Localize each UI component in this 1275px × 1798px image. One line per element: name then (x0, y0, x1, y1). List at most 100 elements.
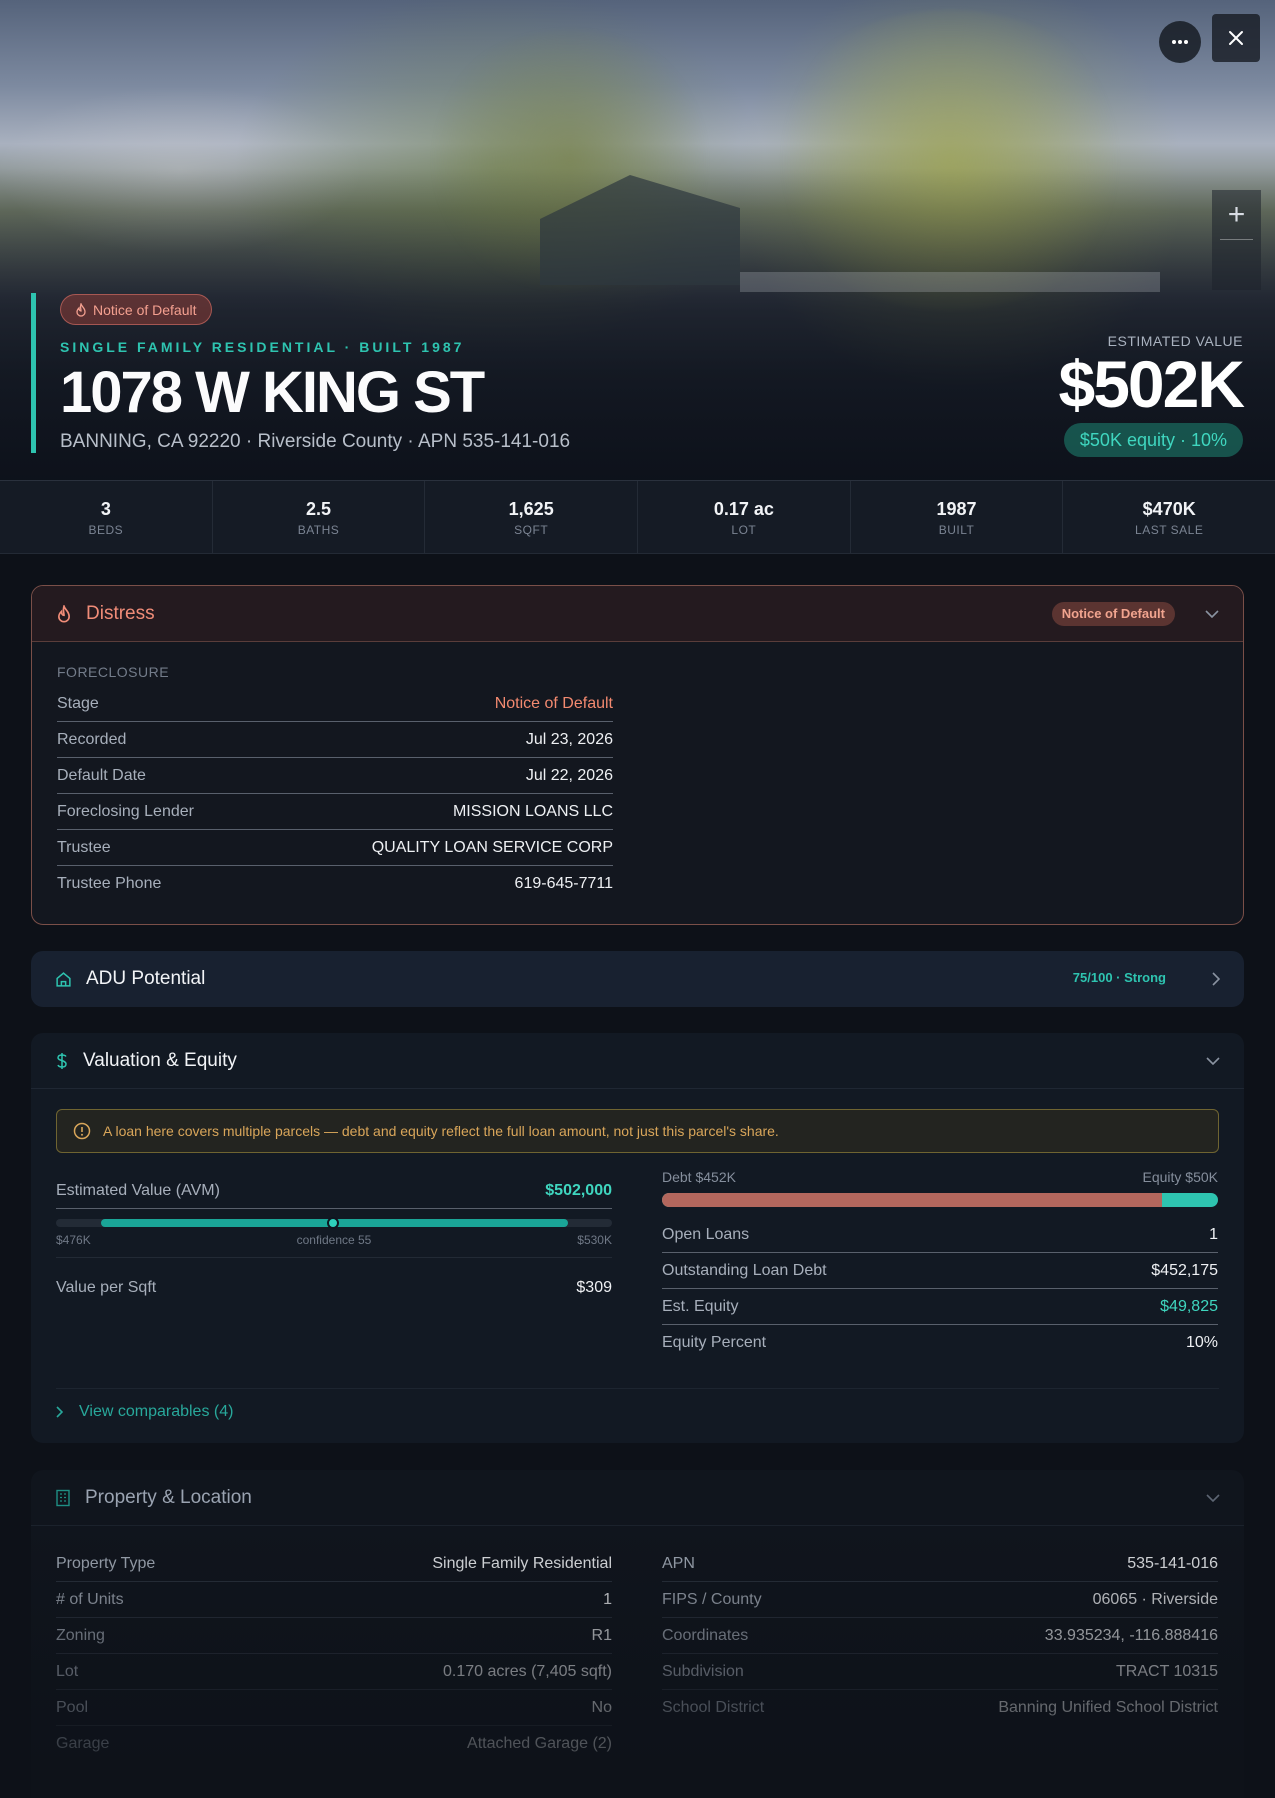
stat-value: $470K (1142, 499, 1196, 519)
row-key: Coordinates (662, 1626, 749, 1644)
row-key: Recorded (57, 730, 127, 748)
avm-marker (327, 1217, 339, 1229)
stat-label: BUILT (938, 523, 975, 537)
dollar-icon (57, 1052, 67, 1069)
row-key: Equity Percent (662, 1334, 767, 1351)
table-row: Garage Attached Garage (2) (56, 1726, 612, 1762)
table-row: Property Type Single Family Residential (56, 1546, 612, 1582)
stat-label: SQFT (514, 523, 549, 537)
debt-label: Debt $452K (662, 1169, 736, 1185)
row-key: Subdivision (662, 1662, 744, 1680)
street-view-zoom-control[interactable]: + (1212, 190, 1261, 290)
adu-card-header[interactable]: ADU Potential 75/100 · Strong (31, 951, 1244, 1007)
property-header: Notice of Default SINGLE FAMILY RESIDENT… (31, 293, 570, 453)
stat-value: 2.5 (305, 499, 332, 519)
row-key: Est. Equity (662, 1297, 739, 1315)
more-options-button[interactable] (1159, 21, 1201, 63)
table-row: Zoning R1 (56, 1618, 612, 1654)
chevron-down-icon[interactable] (1206, 1493, 1220, 1502)
row-key: Default Date (57, 766, 146, 784)
table-row: FIPS / County 06065 · Riverside (662, 1582, 1218, 1618)
row-value: QUALITY LOAN SERVICE CORP (371, 838, 613, 856)
estimated-value: $502K (1058, 347, 1245, 421)
page-title: 1078 W KING ST (60, 360, 485, 425)
row-value: Single Family Residential (432, 1554, 612, 1572)
valuation-card-header[interactable]: Valuation & Equity (31, 1033, 1244, 1089)
row-key: # of Units (56, 1590, 124, 1608)
value-per-sqft: $309 (576, 1279, 612, 1296)
row-value: 1 (1209, 1225, 1218, 1243)
property-title: Property & Location (85, 1486, 252, 1508)
close-button[interactable] (1212, 14, 1260, 62)
home-icon (56, 971, 71, 987)
row-key: School District (662, 1699, 765, 1716)
loan-table: Open Loans 1 Outstanding Loan Debt $452,17… (662, 1217, 1218, 1361)
loan-column: Debt $452K Equity $50K Open Loans 1 Outst… (662, 1169, 1218, 1361)
table-row: Open Loans 1 (662, 1217, 1218, 1253)
stat-value: 0.17 ac (713, 499, 774, 519)
row-key: Trustee (57, 838, 111, 856)
row-value: TRACT 10315 (1116, 1662, 1218, 1680)
valuation-title: Valuation & Equity (83, 1049, 237, 1071)
row-key: Stage (57, 694, 99, 712)
row-key: Trustee Phone (57, 875, 162, 892)
stat-value: 3 (100, 499, 111, 519)
property-right-table: APN 535-141-016 FIPS / County 06065 · Rive… (637, 1546, 1218, 1726)
multi-parcel-warning: A loan here covers multiple parcels — de… (56, 1109, 1219, 1153)
close-icon (1229, 31, 1243, 45)
stat-value: 1987 (936, 499, 977, 519)
avm-column: Estimated Value (AVM) $502,000 $476K conf… (56, 1173, 612, 1306)
avm-low: $476K (56, 1233, 91, 1247)
table-row: APN 535-141-016 (662, 1546, 1218, 1582)
table-row: Coordinates 33.935234, -116.888416 (662, 1618, 1218, 1654)
chevron-right-icon (56, 1406, 63, 1418)
zoom-in-button[interactable]: + (1220, 190, 1253, 240)
view-comparables-link[interactable]: View comparables (4) (56, 1403, 233, 1421)
property-subtitle: SINGLE FAMILY RESIDENTIAL · BUILT 1987 (60, 339, 465, 355)
chevron-right-icon[interactable] (1212, 972, 1220, 986)
row-key: Open Loans (662, 1225, 750, 1243)
valuation-equity-card: Valuation & Equity A loan here covers mu… (31, 1033, 1244, 1443)
row-key: Garage (56, 1735, 110, 1752)
distress-card-header[interactable]: Distress Notice of Default (32, 586, 1243, 642)
row-key: Property Type (56, 1554, 156, 1572)
row-value: Banning Unified School District (998, 1699, 1218, 1716)
chevron-down-icon[interactable] (1205, 609, 1219, 618)
chevron-down-icon[interactable] (1206, 1056, 1220, 1065)
table-row: Foreclosing Lender MISSION LOANS LLC (57, 794, 613, 830)
debt-equity-bar (662, 1193, 1218, 1207)
row-value: No (591, 1698, 612, 1716)
value-per-sqft-label: Value per Sqft (56, 1279, 157, 1296)
stat-lot: 0.17 ac LOT (638, 481, 851, 553)
stat-label: LAST SALE (1135, 523, 1204, 537)
more-horizontal-icon (1172, 40, 1188, 44)
row-value: $49,825 (1160, 1297, 1218, 1315)
table-row: Default Date Jul 22, 2026 (57, 758, 613, 794)
table-row: Equity Percent 10% (662, 1325, 1218, 1361)
distress-title: Distress (86, 602, 155, 624)
table-row: Pool No (56, 1690, 612, 1726)
stat-baths: 2.5 BATHS (213, 481, 426, 553)
debt-equity-labels: Debt $452K Equity $50K (662, 1169, 1218, 1185)
table-row: Stage Notice of Default (57, 686, 613, 722)
row-value: Jul 23, 2026 (525, 730, 613, 748)
table-row: Trustee Phone 619-645-7711 (57, 866, 613, 902)
row-value: 0.170 acres (7,405 sqft) (443, 1662, 612, 1680)
avm-label: Estimated Value (AVM) (56, 1181, 220, 1199)
table-row: # of Units 1 (56, 1582, 612, 1618)
adu-potential-card[interactable]: ADU Potential 75/100 · Strong (31, 951, 1244, 1007)
row-key: Foreclosing Lender (57, 802, 194, 820)
property-card-header[interactable]: Property & Location (31, 1470, 1244, 1526)
warning-icon (73, 1122, 91, 1140)
stat-label: LOT (731, 523, 757, 537)
row-value: 535-141-016 (1127, 1554, 1218, 1572)
stat-beds: 3 BEDS (0, 481, 213, 553)
avm-row: Estimated Value (AVM) $502,000 (56, 1173, 612, 1209)
avm-value: $502,000 (545, 1181, 612, 1199)
table-row: Subdivision TRACT 10315 (662, 1654, 1218, 1690)
property-left-table: Property Type Single Family Residential #… (31, 1546, 612, 1762)
table-row: Outstanding Loan Debt $452,175 (662, 1253, 1218, 1289)
row-value: Jul 22, 2026 (525, 766, 613, 784)
table-row: Trustee QUALITY LOAN SERVICE CORP (57, 830, 613, 866)
avm-high: $530K (577, 1233, 612, 1247)
